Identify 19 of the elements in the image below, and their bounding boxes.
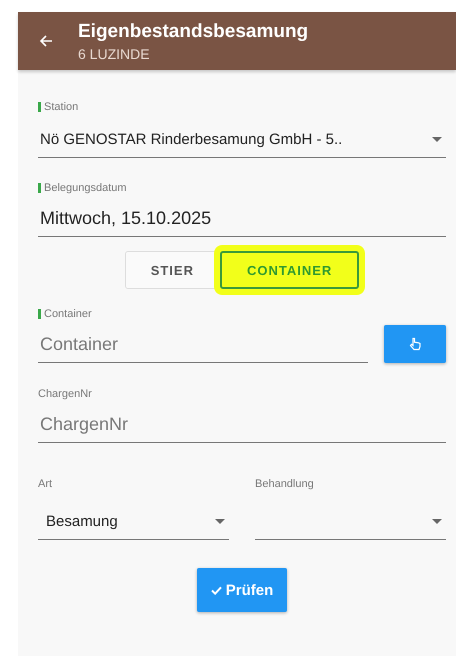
field-label: Art (38, 478, 52, 490)
field-label: ChargenNr (38, 388, 92, 400)
page-title: Eigenbestandsbesamung (78, 20, 308, 42)
caret-icon (215, 518, 225, 524)
checkmark-icon (210, 586, 222, 594)
date-field[interactable]: Mittwoch, 15.10.2025 (38, 201, 446, 237)
caret-icon (432, 518, 442, 524)
field-label: Belegungsdatum (44, 182, 127, 194)
field-label: Container (44, 308, 92, 320)
type-dropdown[interactable]: Besamung (38, 503, 229, 540)
station-dropdown[interactable]: Nö GENOSTAR Rinderbesamung GmbH - 5.. (38, 121, 446, 158)
container-field[interactable]: Container (38, 327, 368, 363)
back-arrow-icon[interactable] (38, 33, 54, 49)
caret-icon (432, 136, 442, 142)
pointing-hand-icon (409, 337, 421, 351)
page-subtitle: 6 LUZINDE (78, 46, 151, 62)
field-label: Behandlung (255, 478, 314, 490)
field-label: Station (44, 101, 78, 113)
batch-number-field[interactable]: ChargenNr (38, 407, 446, 443)
